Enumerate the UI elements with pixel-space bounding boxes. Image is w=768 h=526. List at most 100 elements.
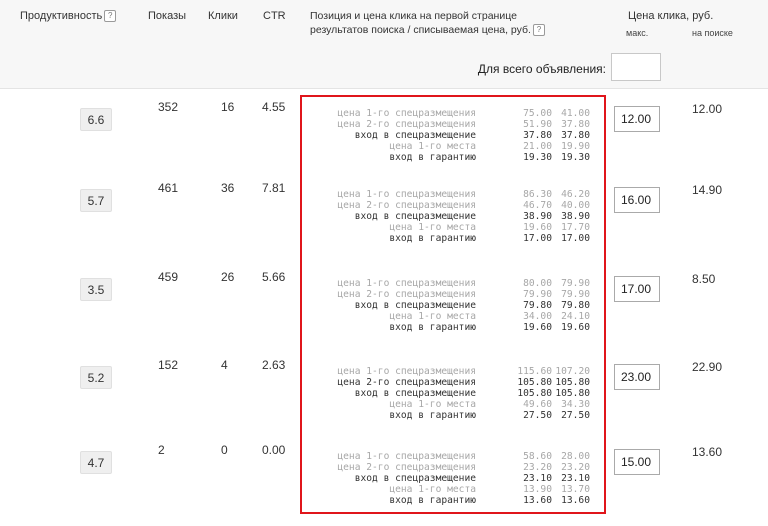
table-row: 3.5 459 26 5.66 цена 1-го спецразмещения 80.0… bbox=[0, 267, 768, 353]
shows-value: 152 bbox=[158, 358, 179, 372]
auction-price-charged: 17.70 bbox=[561, 222, 590, 233]
bid-input[interactable]: 12.00 bbox=[614, 106, 660, 132]
auction-line: вход в гарантию 27.50 27.50 bbox=[300, 410, 606, 421]
auction-price-charged: 107.20 bbox=[555, 366, 590, 377]
shows-value: 461 bbox=[158, 181, 179, 195]
auction-prices: цена 1-го спецразмещения 115.60 107.20 цена… bbox=[300, 355, 606, 441]
clicks-value: 0 bbox=[221, 443, 228, 457]
auction-line: вход в гарантию 19.30 19.30 bbox=[300, 152, 606, 163]
auction-price-max: 13.90 bbox=[523, 484, 552, 495]
auction-price-max: 105.80 bbox=[517, 388, 552, 399]
auction-price-max: 49.60 bbox=[523, 399, 552, 410]
header-clicks[interactable]: Клики bbox=[208, 10, 238, 22]
auction-line: вход в спецразмещение 23.10 23.10 bbox=[300, 473, 606, 484]
auction-label: цена 2-го спецразмещения bbox=[337, 462, 476, 473]
productivity-badge[interactable]: 3.5 bbox=[80, 278, 112, 301]
header-bid-search: на поиске bbox=[692, 28, 733, 38]
auction-line: вход в спецразмещение 79.80 79.80 bbox=[300, 300, 606, 311]
auction-price-max: 37.80 bbox=[523, 130, 552, 141]
auction-line: цена 2-го спецразмещения 105.80 105.80 bbox=[300, 377, 606, 388]
table-row: 5.7 461 36 7.81 цена 1-го спецразмещения 86.3… bbox=[0, 178, 768, 264]
auction-label: цена 1-го места bbox=[389, 484, 476, 495]
auction-price-max: 51.90 bbox=[523, 119, 552, 130]
auction-label: цена 1-го места bbox=[389, 222, 476, 233]
bid-input[interactable]: 15.00 bbox=[614, 449, 660, 475]
auction-label: цена 1-го спецразмещения bbox=[337, 278, 476, 289]
ctr-value: 5.66 bbox=[262, 270, 286, 284]
search-price: 13.60 bbox=[692, 445, 723, 459]
auction-price-charged: 23.10 bbox=[561, 473, 590, 484]
auction-price-max: 27.50 bbox=[523, 410, 552, 421]
help-icon[interactable]: ? bbox=[104, 10, 117, 23]
whole-ad-bid-input[interactable] bbox=[611, 53, 661, 81]
header-productivity: Продуктивность? bbox=[20, 10, 117, 23]
table-row: 5.2 152 4 2.63 цена 1-го спецразмещения 115.6… bbox=[0, 355, 768, 441]
auction-price-charged: 79.90 bbox=[561, 289, 590, 300]
auction-label: цена 2-го спецразмещения bbox=[337, 119, 476, 130]
whole-ad-row: Для всего объявления: bbox=[0, 48, 768, 89]
help-icon[interactable]: ? bbox=[532, 24, 545, 37]
auction-price-charged: 37.80 bbox=[561, 130, 590, 141]
auction-price-charged: 41.00 bbox=[561, 108, 590, 119]
auction-label: вход в гарантию bbox=[389, 322, 476, 333]
search-price: 12.00 bbox=[692, 102, 723, 116]
bid-input[interactable]: 16.00 bbox=[614, 187, 660, 213]
auction-price-max: 75.00 bbox=[523, 108, 552, 119]
auction-label: вход в спецразмещение bbox=[354, 211, 476, 222]
auction-price-max: 105.80 bbox=[517, 377, 552, 388]
auction-line: цена 1-го места 49.60 34.30 bbox=[300, 399, 606, 410]
auction-label: вход в гарантию bbox=[389, 233, 476, 244]
whole-ad-label: Для всего объявления: bbox=[477, 62, 606, 76]
clicks-value: 4 bbox=[221, 358, 228, 372]
productivity-badge[interactable]: 5.7 bbox=[80, 189, 112, 212]
productivity-badge[interactable]: 6.6 bbox=[80, 108, 112, 131]
auction-label: вход в спецразмещение bbox=[354, 473, 476, 484]
header-ctr[interactable]: CTR bbox=[263, 10, 286, 22]
auction-price-max: 34.00 bbox=[523, 311, 552, 322]
ctr-value: 7.81 bbox=[262, 181, 286, 195]
table-row: 4.7 2 0 0.00 цена 1-го спецразмещения 58.60 28… bbox=[0, 440, 768, 526]
auction-price-max: 58.60 bbox=[523, 451, 552, 462]
auction-line: вход в спецразмещение 105.80 105.80 bbox=[300, 388, 606, 399]
clicks-value: 16 bbox=[221, 100, 235, 114]
auction-label: цена 1-го места bbox=[389, 311, 476, 322]
auction-price-max: 79.90 bbox=[523, 289, 552, 300]
bid-input[interactable]: 23.00 bbox=[614, 364, 660, 390]
bid-input[interactable]: 17.00 bbox=[614, 276, 660, 302]
productivity-badge[interactable]: 4.7 bbox=[80, 451, 112, 474]
header-position-line2-text: результатов поиска / списываемая цена, р… bbox=[310, 24, 531, 36]
auction-line: цена 1-го спецразмещения 58.60 28.00 bbox=[300, 451, 606, 462]
search-price: 22.90 bbox=[692, 360, 723, 374]
header-bid-max: макс. bbox=[626, 28, 649, 38]
shows-value: 2 bbox=[158, 443, 165, 457]
auction-price-charged: 46.20 bbox=[561, 189, 590, 200]
ctr-value: 0.00 bbox=[262, 443, 286, 457]
productivity-badge[interactable]: 5.2 bbox=[80, 366, 112, 389]
auction-price-max: 13.60 bbox=[523, 495, 552, 506]
auction-line: вход в гарантию 17.00 17.00 bbox=[300, 233, 606, 244]
auction-price-charged: 28.00 bbox=[561, 451, 590, 462]
auction-line: цена 2-го спецразмещения 46.70 40.00 bbox=[300, 200, 606, 211]
auction-price-charged: 38.90 bbox=[561, 211, 590, 222]
auction-prices: цена 1-го спецразмещения 86.30 46.20 цена 2… bbox=[300, 178, 606, 264]
header-shows[interactable]: Показы bbox=[148, 10, 186, 22]
auction-price-max: 19.60 bbox=[523, 322, 552, 333]
shows-value: 352 bbox=[158, 100, 179, 114]
auction-line: цена 1-го места 21.00 19.90 bbox=[300, 141, 606, 152]
auction-label: вход в гарантию bbox=[389, 495, 476, 506]
auction-price-charged: 19.90 bbox=[561, 141, 590, 152]
auction-label: вход в гарантию bbox=[389, 152, 476, 163]
auction-price-charged: 19.30 bbox=[561, 152, 590, 163]
auction-prices: цена 1-го спецразмещения 58.60 28.00 цена 2… bbox=[300, 440, 606, 526]
auction-line: цена 1-го места 19.60 17.70 bbox=[300, 222, 606, 233]
auction-price-charged: 19.60 bbox=[561, 322, 590, 333]
auction-line: цена 1-го спецразмещения 80.00 79.90 bbox=[300, 278, 606, 289]
auction-price-charged: 79.80 bbox=[561, 300, 590, 311]
search-price: 14.90 bbox=[692, 183, 723, 197]
auction-price-max: 79.80 bbox=[523, 300, 552, 311]
shows-value: 459 bbox=[158, 270, 179, 284]
auction-price-charged: 23.20 bbox=[561, 462, 590, 473]
auction-line: цена 1-го спецразмещения 86.30 46.20 bbox=[300, 189, 606, 200]
auction-price-max: 80.00 bbox=[523, 278, 552, 289]
auction-label: цена 1-го места bbox=[389, 399, 476, 410]
